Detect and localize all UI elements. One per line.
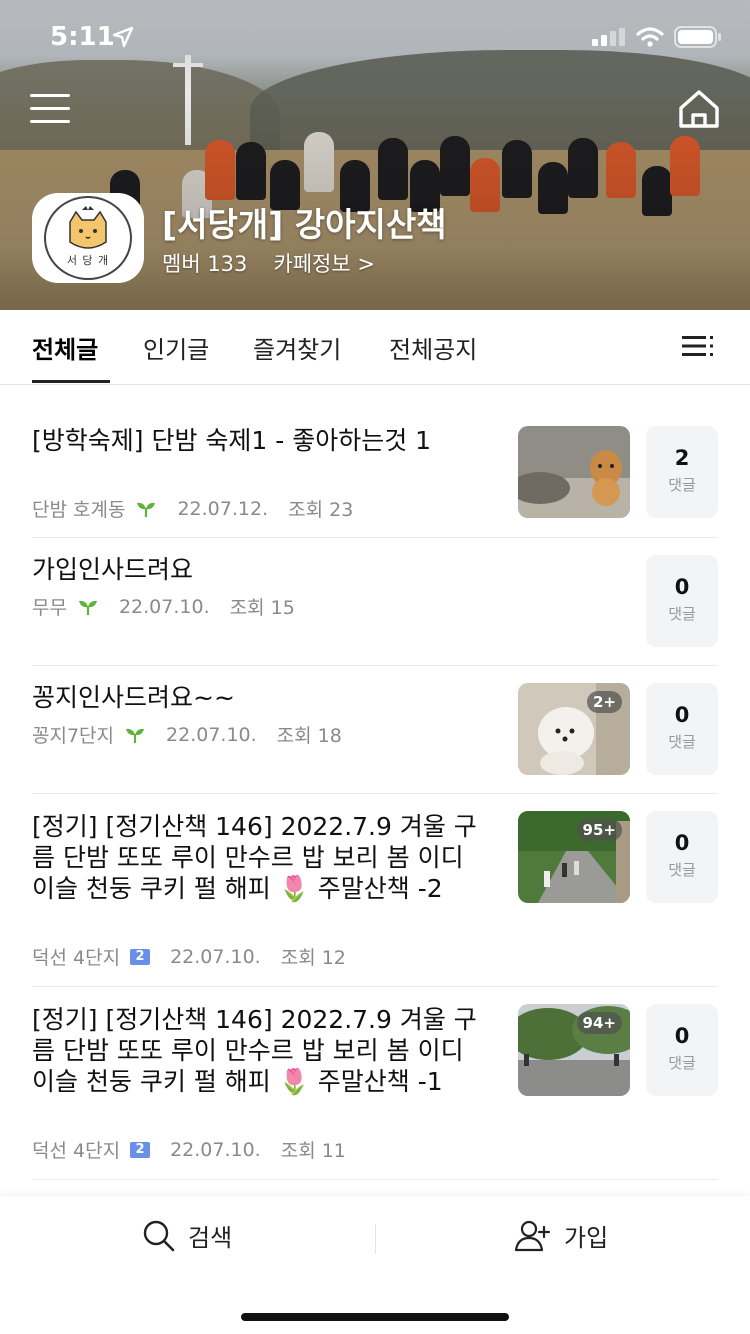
post-views: 조회 11 — [280, 1140, 346, 1162]
comment-count: 0 댓글 — [646, 811, 718, 903]
list-item[interactable]: 꽁지인사드려요~~ 꽁지7단지 22.07.10. 조회 18 2+ 0 댓글 — [32, 665, 718, 794]
hamburger-menu-button[interactable] — [28, 92, 72, 126]
post-meta: 꽁지7단지 22.07.10. 조회 18 — [32, 721, 342, 748]
signal-icon — [592, 28, 625, 46]
dog-photo — [518, 426, 630, 518]
photo-count-badge: 2+ — [586, 691, 622, 713]
board-list-icon[interactable] — [682, 334, 714, 358]
post-date: 22.07.10. — [170, 945, 261, 968]
tab-popular[interactable]: 인기글 — [143, 330, 209, 365]
post-author: 무무 — [32, 597, 67, 619]
comment-count-label: 댓글 — [668, 476, 696, 494]
member-count: 멤버 133 — [162, 252, 248, 276]
comment-count: 0 댓글 — [646, 683, 718, 775]
comment-count: 0 댓글 — [646, 1004, 718, 1096]
join-button[interactable]: 가입 — [514, 1218, 608, 1253]
search-icon — [143, 1220, 175, 1251]
sprout-icon — [78, 600, 97, 615]
comment-count-number: 0 — [674, 831, 690, 855]
post-author: 꽁지7단지 — [32, 725, 115, 747]
bottom-divider — [375, 1224, 376, 1254]
post-meta: 단밤 호계동 22.07.12. 조회 23 — [32, 495, 353, 522]
post-author: 단밤 호계동 — [32, 499, 126, 521]
post-thumbnail: 2+ — [518, 683, 630, 775]
post-title: 꽁지인사드려요~~ — [32, 683, 235, 712]
post-thumbnail: 95+ — [518, 811, 630, 903]
photo-count-badge: 95+ — [576, 819, 622, 841]
comment-count-number: 2 — [674, 446, 690, 470]
tab-favorites[interactable]: 즐겨찾기 — [253, 330, 341, 365]
sprout-icon — [137, 502, 156, 517]
battery-icon — [674, 26, 721, 48]
comment-count-label: 댓글 — [668, 1054, 696, 1072]
comment-count: 2 댓글 — [646, 426, 718, 518]
search-label: 검색 — [188, 1224, 233, 1252]
post-date: 22.07.10. — [166, 723, 257, 746]
post-thumbnail — [518, 426, 630, 518]
home-icon[interactable] — [676, 88, 722, 130]
join-label: 가입 — [564, 1224, 609, 1252]
wifi-icon — [636, 27, 664, 47]
post-views: 조회 18 — [276, 725, 342, 747]
comment-count-number: 0 — [674, 1024, 690, 1048]
comment-count-label: 댓글 — [668, 733, 696, 751]
sprout-icon — [126, 728, 145, 743]
post-date: 22.07.10. — [118, 595, 210, 618]
post-views: 조회 23 — [288, 499, 354, 521]
cafe-name: [서당개] 강아지산책 — [162, 205, 447, 244]
search-button[interactable]: 검색 — [142, 1218, 232, 1253]
cafe-logo-text: 서 당 개 — [66, 254, 110, 267]
home-indicator — [241, 1313, 509, 1321]
status-time: 5:11 — [50, 22, 115, 52]
member-level-badge: 2 — [130, 948, 151, 965]
comment-count-label: 댓글 — [668, 605, 696, 623]
tab-notices[interactable]: 전체공지 — [389, 330, 477, 365]
post-title: [정기] [정기산책 146] 2022.7.9 겨울 구름 단밤 또또 루이 … — [32, 812, 477, 903]
comment-count-number: 0 — [674, 703, 690, 727]
cafe-meta: 멤버 133 카페정보 > — [162, 248, 375, 278]
member-level-badge: 2 — [130, 1141, 151, 1158]
tab-all-posts[interactable]: 전체글 — [32, 330, 98, 365]
post-author: 덕선 4단지 — [32, 947, 121, 969]
list-item[interactable]: [정기] [정기산책 146] 2022.7.9 겨울 구름 단밤 또또 루이 … — [32, 793, 718, 987]
cafe-info-link[interactable]: 카페정보 > — [273, 248, 375, 278]
comment-count-number: 0 — [674, 575, 690, 599]
post-views: 조회 15 — [229, 597, 295, 619]
post-title: 가입인사드려요 — [32, 555, 194, 584]
post-author: 덕선 4단지 — [32, 1140, 121, 1162]
cafe-logo-emblem: 서 당 개 — [44, 196, 132, 280]
list-item[interactable]: [정기] [정기산책 146] 2022.7.9 겨울 구름 단밤 또또 루이 … — [32, 986, 718, 1180]
post-title: [방학숙제] 단밤 숙제1 - 좋아하는것 1 — [32, 426, 432, 455]
comment-count-label: 댓글 — [668, 861, 696, 879]
post-meta: 무무 22.07.10. 조회 15 — [32, 593, 295, 620]
list-item[interactable]: [방학숙제] 단밤 숙제1 - 좋아하는것 1 단밤 호계동 22.07.12.… — [32, 385, 718, 538]
post-date: 22.07.10. — [170, 1138, 261, 1161]
post-views: 조회 12 — [280, 947, 346, 969]
add-user-icon — [514, 1220, 551, 1251]
status-indicators — [592, 26, 722, 48]
location-arrow-icon — [112, 26, 134, 48]
active-tab-indicator — [32, 380, 110, 383]
post-meta: 덕선 4단지 2 22.07.10. 조회 12 — [32, 943, 346, 970]
post-thumbnail: 94+ — [518, 1004, 630, 1096]
photo-count-badge: 94+ — [576, 1012, 622, 1034]
post-meta: 덕선 4단지 2 22.07.10. 조회 11 — [32, 1136, 346, 1163]
comment-count: 0 댓글 — [646, 555, 718, 647]
post-title: [정기] [정기산책 146] 2022.7.9 겨울 구름 단밤 또또 루이 … — [32, 1005, 477, 1096]
list-item[interactable]: 가입인사드려요 무무 22.07.10. 조회 15 0 댓글 — [32, 537, 718, 666]
board-tabs: 전체글 인기글 즐겨찾기 전체공지 — [0, 310, 750, 385]
cafe-logo[interactable]: 서 당 개 — [32, 193, 144, 283]
post-date: 22.07.12. — [177, 497, 269, 520]
